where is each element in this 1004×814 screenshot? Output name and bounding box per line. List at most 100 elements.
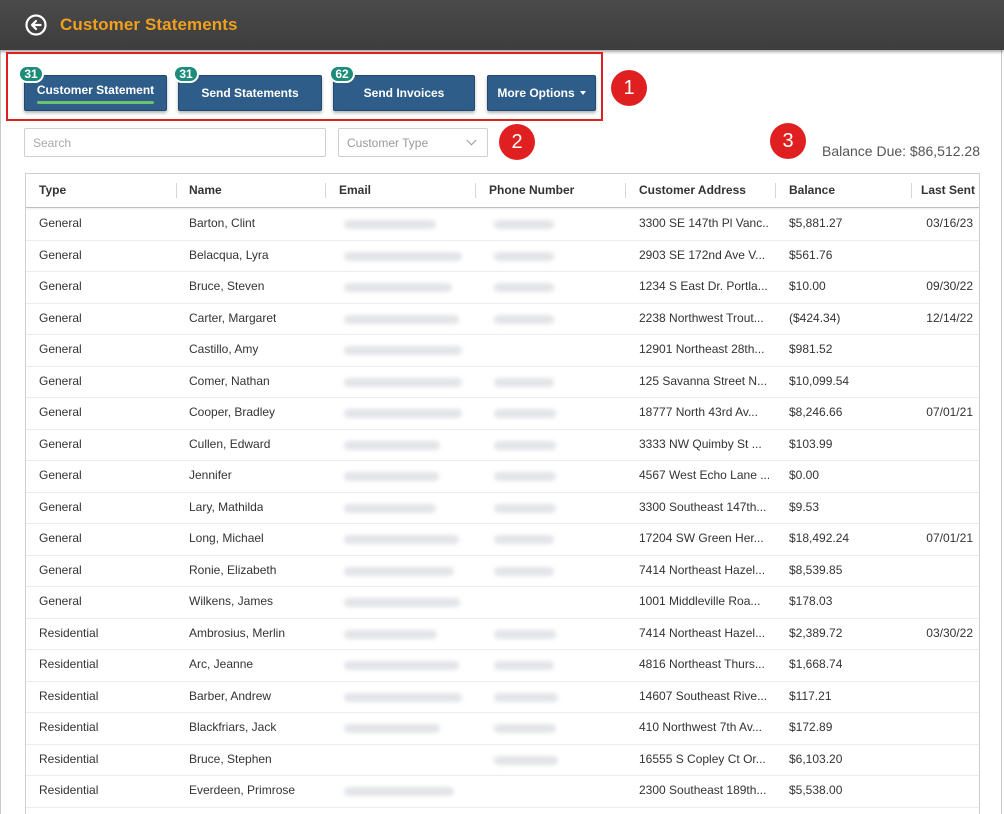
redacted-phone [494,251,554,261]
cell-name: Cullen, Edward [189,436,271,451]
column-divider [176,183,177,198]
chevron-down-icon [466,135,477,146]
send-invoices-button[interactable]: Send Invoices [333,75,475,111]
table-row[interactable]: Residential Everdeen, Primrose 2300 Southe… [26,775,979,808]
column-header-last-sent[interactable]: Last Sent [921,174,975,207]
cell-type: General [39,594,82,608]
back-arrow-icon[interactable] [25,14,47,36]
table-row[interactable]: General Barton, Clint 3300 SE 147th Pl Van… [26,208,979,241]
cell-type: General [39,216,82,230]
table-row[interactable]: General Comer, Nathan 125 Savanna Street N… [26,366,979,398]
table-row[interactable]: General Cooper, Bradley 18777 North 43rd A… [26,397,979,430]
table-row[interactable]: Residential Arc, Jeanne 4816 Northeast Thu… [26,649,979,682]
customer-type-select[interactable]: Customer Type [338,128,488,157]
cell-name: Everdeen, Primrose [189,783,296,797]
redacted-email [344,535,459,544]
redacted-email [344,251,462,261]
column-divider [475,183,476,198]
cell-name: Ambrosius, Merlin [189,625,286,640]
cell-type: General [39,562,82,577]
column-header-name[interactable]: Name [189,174,222,207]
cell-balance: $10.00 [789,279,826,293]
redacted-email [344,314,459,324]
cell-name: Barber, Andrew [189,688,272,703]
cell-type: General [39,247,82,262]
cell-balance: ($424.34) [789,310,841,325]
send-invoices-label: Send Invoices [363,86,445,100]
cell-type: General [39,499,82,514]
column-header-address[interactable]: Customer Address [639,174,746,207]
redacted-phone [494,566,554,576]
column-header-balance[interactable]: Balance [789,174,835,207]
cell-name: Bruce, Steven [189,279,265,293]
more-options-button[interactable]: More Options [487,75,596,111]
table-row[interactable]: General Castillo, Amy 12901 Northeast 28th… [26,334,979,367]
cell-name: Wilkens, James [189,594,274,608]
table-row[interactable]: Residential Blackfriars, Jack 410 Northwes… [26,712,979,745]
cell-type: General [39,310,82,325]
cell-type: Residential [39,657,99,671]
redacted-email [344,346,462,355]
column-divider [325,183,326,198]
redacted-phone [494,220,554,229]
customer-statement-count-badge: 31 [18,65,44,83]
cell-last-sent: 07/01/21 [926,405,973,419]
balance-due-label: Balance Due: $86,512.28 [821,143,980,159]
send-statements-button[interactable]: Send Statements [178,75,322,111]
redacted-email [344,598,460,607]
cell-name: Ronie, Elizabeth [189,562,277,577]
column-divider [911,183,912,198]
redacted-email [344,409,462,418]
cell-address: 2903 SE 172nd Ave V... [639,247,766,262]
column-divider [775,183,776,198]
table-row[interactable]: Residential Bruce, Stephen 16555 S Copley … [26,744,979,776]
redacted-phone [494,314,554,324]
redacted-email [344,220,436,229]
redacted-phone [494,440,556,450]
table-row[interactable]: General Wilkens, James 1001 Middleville Ro… [26,586,979,619]
customer-statement-label: Customer Statement [36,83,155,97]
redacted-email [344,377,462,387]
column-header-phone[interactable]: Phone Number [489,174,574,207]
redacted-email [344,566,454,576]
table-row[interactable]: General Bruce, Steven 1234 S East Dr. Port… [26,271,979,304]
cell-balance: $1,668.74 [789,657,843,671]
cell-address: 17204 SW Green Her... [639,531,764,545]
customer-statement-button[interactable]: Customer Statement [24,75,167,111]
table-row[interactable]: General Carter, Margaret 2238 Northwest Tr… [26,303,979,335]
table-row[interactable]: General Belacqua, Lyra 2903 SE 172nd Ave V… [26,240,979,272]
cell-type: General [39,531,82,545]
cell-address: 125 Savanna Street N... [639,373,768,388]
table-row[interactable]: General Ronie, Elizabeth 7414 Northeast Ha… [26,555,979,587]
cell-name: Long, Michael [189,531,264,545]
cell-address: 18777 North 43rd Av... [639,405,758,419]
cell-name: Castillo, Amy [189,342,259,356]
send-statements-label: Send Statements [201,86,299,100]
table-row[interactable]: General Long, Michael 17204 SW Green Her..… [26,523,979,556]
cell-address: 1001 Middleville Roa... [639,594,761,608]
send-invoices-count-badge: 62 [329,65,355,83]
cell-balance: $9.53 [789,499,820,514]
cell-name: Carter, Margaret [189,310,277,325]
cell-name: Cooper, Bradley [189,405,276,419]
column-header-type[interactable]: Type [39,174,66,207]
table-row[interactable]: Residential Ambrosius, Merlin 7414 Northea… [26,618,979,650]
table-row[interactable]: General Lary, Mathilda 3300 Southeast 147t… [26,492,979,524]
table-row[interactable]: General Cullen, Edward 3333 NW Quimby St .… [26,429,979,461]
redacted-phone [494,283,554,292]
cell-balance: $10,099.54 [789,373,850,388]
cell-name: Belacqua, Lyra [189,247,269,262]
callout-marker-2: 2 [499,124,535,160]
cell-balance: $5,881.27 [789,216,843,230]
redacted-email [344,503,436,513]
cell-type: General [39,342,82,356]
cell-balance: $8,246.66 [789,405,843,419]
search-input[interactable] [24,128,326,157]
cell-balance: $0.00 [789,468,820,482]
cell-name: Comer, Nathan [189,373,270,388]
table-row[interactable]: Residential Barber, Andrew 14607 Southeast… [26,681,979,713]
cell-last-sent: 07/01/21 [926,531,973,545]
table-row[interactable]: General Jennifer 4567 West Echo Lane ... $0… [26,460,979,493]
cell-name: Bruce, Stephen [189,751,272,766]
column-header-email[interactable]: Email [339,174,371,207]
